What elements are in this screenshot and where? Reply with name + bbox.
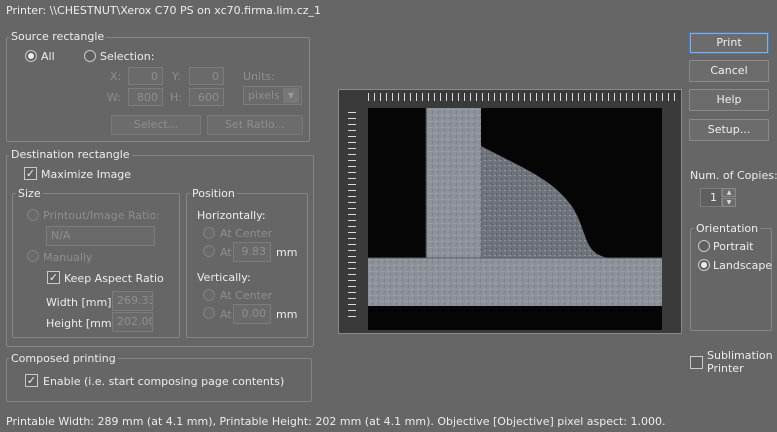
horiz-center-label: At Center [220,227,273,240]
y-field[interactable]: 0 [189,67,224,85]
portrait-label[interactable]: Portrait [713,240,753,253]
landscape-label[interactable]: Landscape [713,259,772,272]
vert-center-label: At Center [220,289,273,302]
landscape-radio[interactable] [698,259,710,271]
left-ruler [348,112,356,322]
vert-unit: mm [276,308,298,321]
preview-image [368,108,662,330]
vertically-label: Vertically: [197,271,251,284]
units-label: Units: [243,70,275,83]
width-field[interactable]: 269.33 [112,291,153,311]
horizontally-label: Horizontally: [197,209,266,222]
vert-at-field[interactable]: 0.00 [233,304,271,324]
top-ruler [368,93,679,101]
print-button[interactable]: Print [689,32,769,54]
units-value: pixels [248,89,280,102]
cancel-button[interactable]: Cancel [689,60,769,82]
horiz-at-label: At [220,246,232,259]
portrait-radio[interactable] [698,240,710,252]
width-label: Width [mm]: [46,296,116,309]
manually-label: Manually [43,251,93,264]
w-field[interactable]: 800 [128,88,163,106]
vert-center-radio[interactable] [203,289,215,301]
source-all-label[interactable]: All [41,50,55,63]
maximize-image-checkbox[interactable]: ✓ [24,167,37,180]
horiz-at-field[interactable]: 9.83 [233,242,271,262]
vert-at-radio[interactable] [203,307,215,319]
vert-at-label: At [220,308,232,321]
maximize-image-label[interactable]: Maximize Image [41,168,131,181]
enable-composing-checkbox[interactable]: ✓ [25,374,38,387]
printer-label: Printer: \\CHESTNUT\Xerox C70 PS on xc70… [6,4,322,17]
setup-button[interactable]: Setup... [689,119,769,141]
h-label: H: [170,91,182,104]
help-button[interactable]: Help [689,89,769,111]
h-field[interactable]: 600 [189,88,224,106]
orientation-title: Orientation [694,222,761,235]
ratio-label: Printout/Image Ratio: [43,209,160,222]
select-button[interactable]: Select... [111,115,201,135]
ratio-radio[interactable] [27,209,39,221]
spin-down-icon[interactable]: ▼ [722,198,736,207]
destination-rectangle-title: Destination rectangle [9,148,132,161]
x-label: X: [110,70,122,83]
y-label: Y: [172,70,181,83]
ratio-field[interactable]: N/A [46,226,155,246]
height-field[interactable]: 202.00 [112,312,153,332]
copies-field[interactable]: 1 [700,188,722,207]
chevron-down-icon[interactable]: ▼ [283,88,299,103]
horiz-center-radio[interactable] [203,227,215,239]
keep-aspect-checkbox[interactable]: ✓ [47,271,60,284]
horiz-at-radio[interactable] [203,245,215,257]
status-text: Printable Width: 289 mm (at 4.1 mm), Pri… [6,415,666,428]
horiz-unit: mm [276,246,298,259]
height-label: Height [mm]: [46,317,120,330]
source-selection-label[interactable]: Selection: [100,50,154,63]
w-label: W: [107,91,121,104]
manually-radio[interactable] [27,250,39,262]
composed-printing-title: Composed printing [9,352,118,365]
size-title: Size [16,187,43,200]
source-rectangle-title: Source rectangle [9,30,107,43]
spin-up-icon[interactable]: ▲ [722,188,736,197]
sublimation-checkbox[interactable] [690,356,703,369]
source-all-radio[interactable] [25,50,37,62]
x-field[interactable]: 0 [128,67,163,85]
copies-label: Num. of Copies: [690,169,777,182]
sublimation-label[interactable]: Sublimation Printer [707,349,773,375]
position-title: Position [190,187,237,200]
keep-aspect-label[interactable]: Keep Aspect Ratio [64,272,164,285]
set-ratio-button[interactable]: Set Ratio... [207,115,303,135]
enable-composing-label[interactable]: Enable (i.e. start composing page conten… [43,375,284,388]
source-selection-radio[interactable] [84,50,96,62]
